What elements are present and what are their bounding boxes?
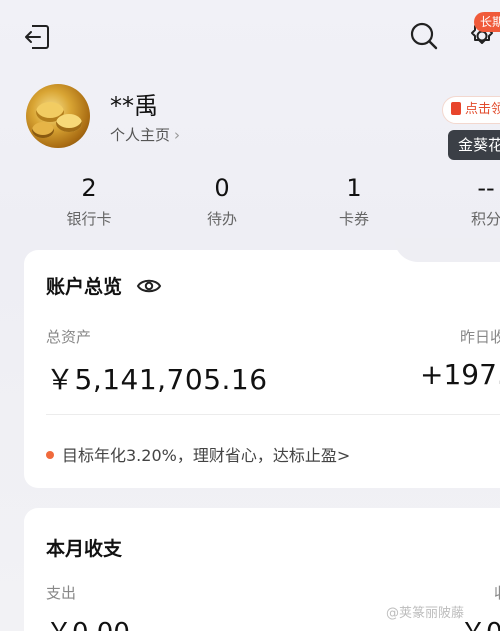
promo-tip-text: 目标年化3.20%，理财省心，达标止盈>	[62, 446, 351, 465]
stat-coupons[interactable]: 1 卡券	[309, 172, 399, 229]
stat-label: 银行卡	[66, 210, 112, 228]
homepage-link-label: 个人主页	[110, 126, 171, 144]
stat-value: 1	[346, 174, 362, 202]
promo-tip[interactable]: 目标年化3.20%，理财省心，达标止盈>	[46, 442, 350, 466]
exit-icon[interactable]	[22, 22, 52, 52]
stat-bank-cards[interactable]: 2 银行卡	[44, 172, 134, 229]
stat-todo[interactable]: 0 待办	[177, 172, 267, 229]
expense-value: ￥0.00	[46, 612, 130, 631]
stat-points[interactable]: -- 积分	[441, 172, 500, 229]
yesterday-income-value: +197.	[420, 358, 500, 391]
total-assets-label: 总资产	[46, 328, 92, 346]
divider	[46, 414, 500, 415]
stat-value: 2	[81, 174, 97, 202]
stat-value: 0	[214, 174, 230, 202]
member-tag[interactable]: 金葵花	[448, 130, 500, 160]
expense-label: 支出	[46, 584, 77, 602]
search-icon[interactable]	[408, 20, 440, 52]
dot-icon	[46, 451, 54, 459]
eye-icon[interactable]	[136, 276, 162, 296]
chevron-right-icon: ›	[174, 126, 181, 144]
stat-label: 积分	[470, 210, 500, 228]
promo-pill[interactable]: 点击领	[442, 96, 500, 124]
promo-pill-label: 点击领	[465, 102, 500, 117]
stat-label: 卡券	[338, 210, 369, 228]
username: **禹	[110, 92, 158, 120]
red-envelope-icon	[451, 102, 461, 115]
income-label: 收	[494, 582, 500, 603]
account-overview-title: 账户总览	[46, 276, 123, 298]
stat-value: --	[477, 174, 495, 202]
income-value: ￥0	[460, 612, 500, 631]
status-badge: 长期	[474, 12, 500, 32]
watermark: @荚篆丽陂藤	[386, 606, 465, 621]
yesterday-income-label: 昨日收	[460, 328, 500, 346]
total-assets-value: ￥5,141,705.16	[46, 363, 268, 396]
homepage-link[interactable]: 个人主页 ›	[110, 124, 180, 145]
avatar[interactable]	[26, 84, 90, 148]
monthly-summary-title: 本月收支	[46, 538, 123, 560]
stat-label: 待办	[206, 210, 237, 228]
